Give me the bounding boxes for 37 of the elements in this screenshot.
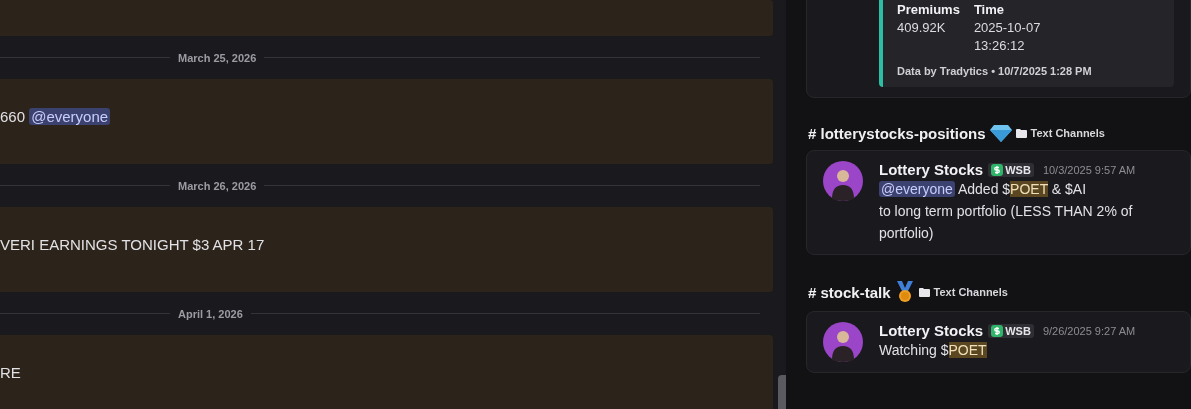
message-time: 10/3/2025 9:57 AM [1042, 163, 1136, 176]
channel-name[interactable]: # lotterystocks-positions [808, 124, 986, 142]
field-value: 13:26:12 [973, 37, 1026, 55]
field-value: 409.92K [897, 19, 947, 37]
message-text: VERI EARNINGS TONIGHT $3 APR 17 [0, 235, 266, 255]
medal-icon [894, 281, 915, 303]
scrollbar-thumb[interactable] [778, 375, 786, 409]
channel-name[interactable]: # stock-talk [808, 283, 891, 301]
avatar [823, 161, 863, 201]
message-time: 9/26/2025 9:27 AM [1042, 324, 1136, 337]
embed-footer: Data by Tradytics • 10/7/2025 1:28 PM [897, 65, 1162, 77]
role-badge: WSB [988, 323, 1034, 338]
message-text: @everyone Added $POET & $AI to long term portfolio (LESS THAN 2% of portfolio) [879, 180, 1134, 243]
field-name: Time [973, 1, 1005, 19]
mention-link[interactable]: @everyone [879, 181, 955, 197]
field-name: Premiums [897, 1, 960, 19]
author-name[interactable]: Lottery Stocks [879, 322, 984, 339]
date-divider: March 26, 2026 [177, 179, 258, 192]
category-label: Text Channels [933, 286, 1008, 298]
role-badge: WSB [988, 162, 1034, 177]
highlighted-text: POET [1010, 181, 1048, 197]
folder-icon [1015, 128, 1027, 138]
date-divider: April 1, 2026 [177, 307, 244, 320]
folder-icon [918, 287, 930, 297]
date-divider: March 25, 2026 [177, 51, 258, 64]
message-text: RE [0, 363, 22, 383]
diamond-icon [989, 124, 1012, 142]
category-label: Text Channels [1030, 127, 1105, 139]
dollar-icon [991, 163, 1004, 176]
field-value: 2025-10-07 [973, 19, 1041, 37]
author-name[interactable]: Lottery Stocks [879, 161, 984, 178]
mention-link[interactable]: @everyone [29, 108, 111, 125]
message-text: 660 @everyone [0, 107, 112, 127]
avatar [823, 322, 863, 362]
message-text: Watching $POET [879, 341, 988, 360]
highlighted-text: POET [948, 342, 987, 358]
dollar-icon [991, 324, 1004, 337]
